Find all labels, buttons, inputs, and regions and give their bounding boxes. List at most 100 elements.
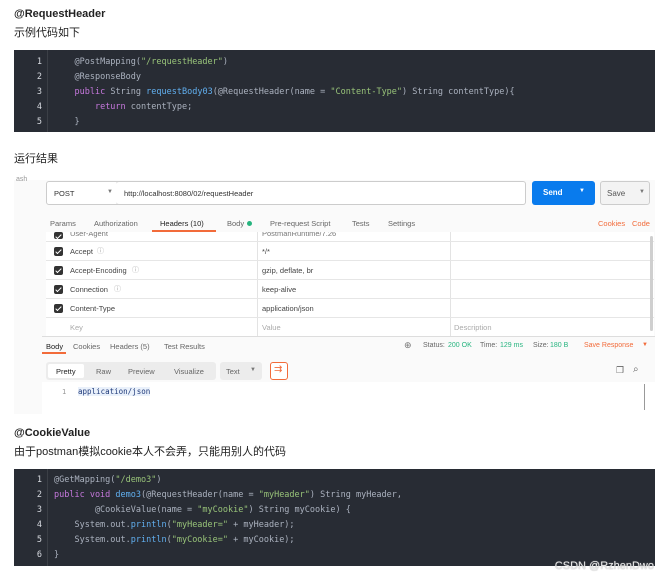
header-checkbox[interactable] [54,304,63,313]
code-line: @ResponseBody [74,72,142,82]
info-icon: ⓘ [97,248,104,255]
view-visualize[interactable]: Visualize [174,367,204,376]
section-description: 示例代码如下 [14,27,80,39]
section-title-requestheader: @RequestHeader [14,8,106,20]
code-line: @GetMapping("/demo3") [54,475,162,485]
status-label: Status: [423,342,445,349]
header-value: gzip, deflate, br [262,266,314,275]
send-label: Send [543,188,563,197]
line-number: 5 [36,117,42,127]
line-number: 2 [36,72,42,82]
info-icon: ⓘ [114,286,121,293]
code-line: return contentType; [94,102,193,112]
section-description: 由于postman模拟cookie本人不会弄，只能用别人的代码 [14,446,286,458]
response-tab-headers[interactable]: Headers (5) [110,342,150,351]
description-placeholder[interactable]: Description [454,323,492,332]
wrap-lines-button[interactable]: ⇉ [270,362,288,380]
result-label: 运行结果 [14,153,58,165]
line-number: 3 [36,505,42,515]
tab-headers[interactable]: Headers (10) [160,219,204,228]
code-line: System.out.println("myCookie=" + myCooki… [54,535,295,545]
tab-body[interactable]: Body [227,219,244,228]
value-placeholder[interactable]: Value [262,323,281,332]
save-label: Save [607,189,626,198]
response-line-number: 1 [62,388,67,396]
resize-handle[interactable] [644,384,645,410]
line-number: 4 [36,520,42,530]
screenshot-top-strip [14,166,655,180]
code-link[interactable]: Code [632,219,650,228]
tab-tests[interactable]: Tests [352,219,370,228]
time-value: 129 ms [500,342,523,349]
format-label: Text [226,367,240,376]
response-body-text: application/json [78,387,151,396]
search-icon[interactable]: ⌕ [633,364,639,375]
header-key: Content-Type [70,304,116,313]
code-line: } [54,550,60,560]
status-value: 200 OK [448,342,472,349]
info-icon: ⓘ [132,267,139,274]
view-pretty[interactable]: Pretty [56,367,76,376]
globe-icon: ⊕ [404,340,412,350]
copy-icon[interactable]: ❐ [616,365,624,376]
time-label: Time: [480,342,498,349]
header-value: application/json [262,304,314,313]
headers-table [46,232,654,336]
header-checkbox[interactable] [54,232,63,239]
code-line: @CookieValue(name = "myCookie") String m… [54,505,351,515]
key-placeholder[interactable]: Key [70,323,83,332]
line-number: 4 [36,102,42,112]
chevron-down-icon: ▼ [642,342,648,348]
header-value: keep-alive [262,285,297,294]
cookies-link[interactable]: Cookies [598,219,625,228]
url-text: http://localhost:8080/02/requestHeader [124,189,254,198]
tab-authorization[interactable]: Authorization [94,219,138,228]
tab-pre-request-script[interactable]: Pre-request Script [270,219,330,228]
save-response-button[interactable]: Save Response [584,342,633,349]
chevron-down-icon: ▼ [639,189,645,195]
postman-screenshot: ash POST ▼ http://localhost:8080/02/requ… [14,166,655,414]
response-tab-test-results[interactable]: Test Results [164,342,205,351]
view-preview[interactable]: Preview [128,367,155,376]
line-number: 2 [36,490,42,500]
size-label: Size: [533,342,549,349]
csdn-watermark: CSDN @RzhenDwo [554,560,654,572]
header-checkbox[interactable] [54,266,63,275]
wrap-icon: ⇉ [274,364,283,375]
line-number: 6 [36,550,42,560]
response-tab-cookies[interactable]: Cookies [73,342,100,351]
send-button[interactable]: Send ▼ [532,181,595,205]
tab-settings[interactable]: Settings [388,219,415,228]
section-title-cookievalue: @CookieValue [14,427,91,439]
code-block-requestheader: 1 @PostMapping("/requestHeader") 2 @Resp… [14,50,655,132]
size-value: 180 B [550,342,569,349]
chevron-down-icon: ▼ [250,367,256,373]
line-number: 3 [36,87,42,97]
tab-params[interactable]: Params [50,219,76,228]
header-checkbox[interactable] [54,247,63,256]
method-select[interactable]: POST ▼ [46,181,121,205]
save-button[interactable]: Save ▼ [600,181,650,205]
format-select[interactable]: Text ▼ [220,362,262,380]
view-raw[interactable]: Raw [96,367,111,376]
header-key: Accept [70,247,93,256]
method-label: POST [54,189,75,198]
url-input[interactable]: http://localhost:8080/02/requestHeader [116,181,526,205]
line-number: 5 [36,535,42,545]
scrollbar[interactable] [650,236,653,331]
active-tab-indicator [42,352,66,354]
code-line: @PostMapping("/requestHeader") [74,57,229,67]
header-key: Connection [70,285,108,294]
line-number: 1 [36,475,42,485]
response-tab-body[interactable]: Body [46,342,63,351]
code-line: public String requestBody03(@RequestHead… [74,87,515,97]
header-key: Accept-Encoding [70,266,127,275]
code-line: } [54,117,80,127]
body-status-dot-icon [247,221,252,226]
header-value: */* [262,247,270,256]
chevron-down-icon: ▼ [107,189,113,195]
code-line: System.out.println("myHeader=" + myHeade… [54,520,295,530]
header-key: User-Agent [70,232,108,238]
header-checkbox[interactable] [54,285,63,294]
chevron-down-icon: ▼ [579,188,585,194]
